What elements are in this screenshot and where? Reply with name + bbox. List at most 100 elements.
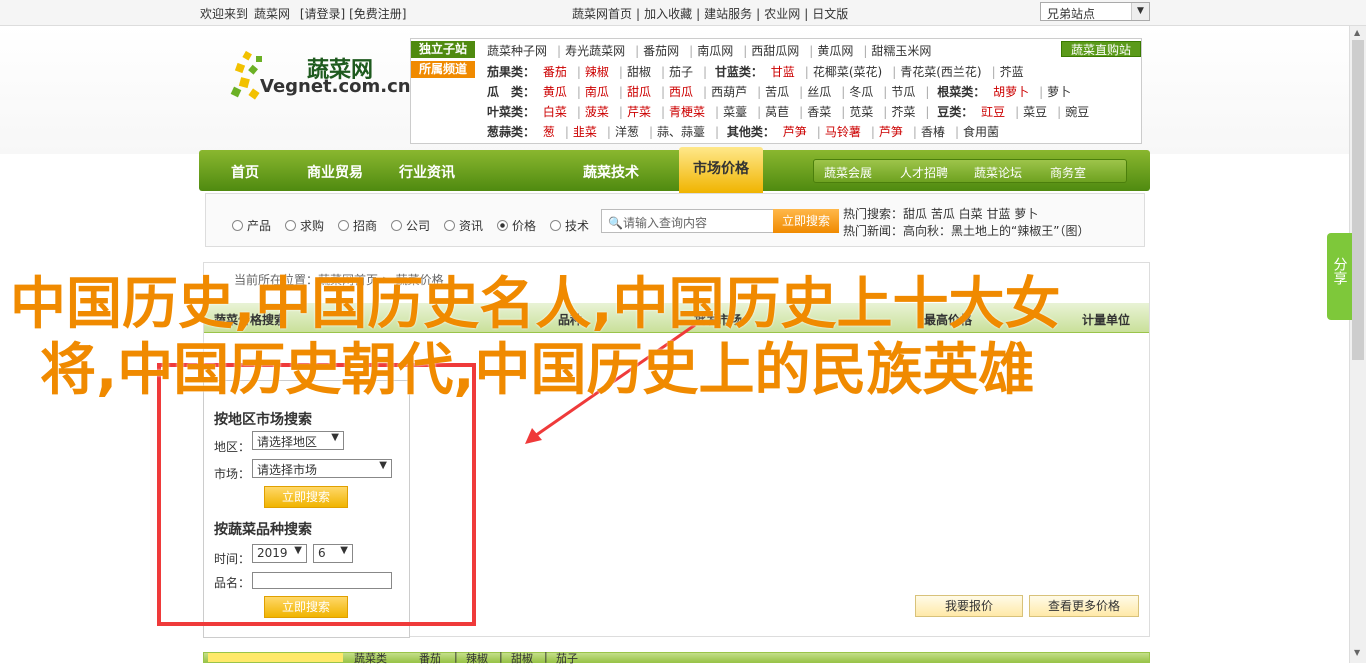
category-link[interactable]: 葱 [543, 125, 555, 139]
category-link[interactable]: 甜瓜 [627, 85, 651, 99]
category-link[interactable]: 芥蓝 [1000, 65, 1024, 79]
nav-news[interactable]: 行业资讯 [399, 162, 455, 182]
share-tab[interactable]: 分享 [1327, 233, 1352, 320]
substation-link[interactable]: 蔬菜种子网 [487, 44, 547, 58]
scroll-down-icon[interactable]: ▼ [1354, 648, 1360, 657]
radio-news[interactable]: 资讯 [444, 217, 483, 234]
category-link[interactable]: 芥菜 [891, 105, 915, 119]
category-link[interactable]: 节瓜 [891, 85, 915, 99]
category-link[interactable]: 甜椒 [627, 65, 651, 79]
substation-link[interactable]: 黄瓜网 [817, 44, 853, 58]
category-link[interactable]: 莴苣 [765, 105, 789, 119]
sister-site-value: 兄弟站点 [1047, 7, 1096, 21]
subnav-office[interactable]: 商务室 [1050, 164, 1086, 181]
site-logo[interactable]: 蔬菜网 Vegnet.com.cn [210, 38, 411, 118]
category-link[interactable]: 丝瓜 [807, 85, 831, 99]
category-link[interactable]: 菠菜 [585, 105, 609, 119]
scroll-up-icon[interactable]: ▲ [1354, 28, 1360, 37]
category-link[interactable]: 马铃薯 [825, 125, 861, 139]
radio-price[interactable]: 价格 [497, 217, 536, 234]
category-link[interactable]: 青花菜(西兰花) [900, 65, 981, 79]
category-link[interactable]: 洋葱 [615, 125, 639, 139]
substation-link[interactable]: 南瓜网 [697, 44, 733, 58]
radio-buy[interactable]: 求购 [285, 217, 324, 234]
category-link[interactable]: 萝卜 [1047, 85, 1071, 99]
category-link[interactable]: 食用菌 [963, 125, 999, 139]
scrollbar[interactable]: ▲ ▼ [1349, 26, 1366, 663]
bottom-link[interactable]: 辣椒 [466, 650, 488, 666]
category-link[interactable]: 西瓜 [669, 85, 693, 99]
hot-items[interactable]: 甜瓜 苦瓜 白菜 甘蓝 萝卜 [903, 207, 1038, 221]
top-link[interactable]: 农业网 [764, 7, 800, 21]
category-link[interactable]: 芦笋 [783, 125, 807, 139]
substation-link[interactable]: 甜糯玉米网 [871, 44, 931, 58]
site-link[interactable]: 蔬菜网 [254, 7, 290, 21]
category-link[interactable]: 西葫芦 [711, 85, 747, 99]
hot-label: 热门搜索： [843, 207, 904, 221]
category-link[interactable]: 番茄 [543, 65, 567, 79]
category-link[interactable]: 豇豆 [981, 105, 1005, 119]
login-link[interactable]: [请登录] [300, 7, 345, 21]
category-link[interactable]: 菜薹 [723, 105, 747, 119]
bottom-link[interactable]: 番茄 [419, 650, 441, 666]
search-input[interactable]: 🔍请输入查询内容 [601, 209, 776, 233]
top-link[interactable]: 建站服务 [704, 7, 752, 21]
category-link[interactable]: 辣椒 [585, 65, 609, 79]
radio-tech[interactable]: 技术 [550, 217, 589, 234]
news-link[interactable]: 高向秋：黑土地上的“辣椒王”（图） [903, 224, 1089, 238]
top-link[interactable]: 蔬菜网首页 [572, 7, 632, 21]
radio-invest[interactable]: 招商 [338, 217, 377, 234]
nav-prices[interactable]: 市场价格 [679, 147, 763, 193]
category-link[interactable]: 豌豆 [1065, 105, 1089, 119]
category-link[interactable]: 香椿 [921, 125, 945, 139]
direct-buy-button[interactable]: 蔬菜直购站 [1061, 41, 1141, 57]
category-link[interactable]: 甘蓝 [771, 65, 795, 79]
subnav-jobs[interactable]: 人才招聘 [900, 164, 948, 181]
radio-product[interactable]: 产品 [232, 217, 271, 234]
divider: | [696, 7, 701, 21]
category-link[interactable]: 胡萝卜 [993, 85, 1029, 99]
scroll-thumb[interactable] [1352, 40, 1364, 360]
radio-label: 公司 [406, 219, 431, 233]
welcome-text: 欢迎来到 [200, 7, 249, 21]
divider: | [636, 7, 641, 21]
bottom-link[interactable]: 茄子 [556, 650, 578, 666]
report-price-button[interactable]: 我要报价 [915, 595, 1023, 617]
category-link[interactable]: 菜豆 [1023, 105, 1047, 119]
search-button[interactable]: 立即搜索 [773, 209, 839, 233]
category-link[interactable]: 苦瓜 [765, 85, 789, 99]
category-link[interactable]: 黄瓜 [543, 85, 567, 99]
category-link[interactable]: 白菜 [543, 105, 567, 119]
subnav-forum[interactable]: 蔬菜论坛 [974, 164, 1022, 181]
category-link[interactable]: 冬瓜 [849, 85, 873, 99]
chevron-down-icon: ▼ [1131, 3, 1149, 20]
category-link[interactable]: 茄子 [669, 65, 693, 79]
sister-site-select[interactable]: 兄弟站点 ▼ [1040, 2, 1150, 21]
top-link[interactable]: 加入收藏 [644, 7, 692, 21]
category-label: 其他类： [726, 125, 775, 139]
category-link[interactable]: 芦笋 [879, 125, 903, 139]
radio-selected-icon [497, 220, 508, 231]
radio-company[interactable]: 公司 [391, 217, 430, 234]
category-link[interactable]: 青梗菜 [669, 105, 705, 119]
category-link[interactable]: 花椰菜(菜花) [813, 65, 882, 79]
category-label: 茄果类： [487, 65, 536, 79]
substation-link[interactable]: 寿光蔬菜网 [565, 44, 625, 58]
category-label: 叶菜类： [487, 105, 536, 119]
more-prices-button[interactable]: 查看更多价格 [1029, 595, 1139, 617]
nav-trade[interactable]: 商业贸易 [307, 162, 363, 182]
top-link[interactable]: 日文版 [812, 7, 848, 21]
subnav-expo[interactable]: 蔬菜会展 [824, 164, 872, 181]
nav-home[interactable]: 首页 [231, 162, 259, 182]
substation-link[interactable]: 番茄网 [643, 44, 679, 58]
category-link[interactable]: 苋菜 [849, 105, 873, 119]
category-link[interactable]: 韭菜 [573, 125, 597, 139]
bottom-link[interactable]: 甜椒 [511, 650, 533, 666]
register-link[interactable]: [免费注册] [349, 7, 406, 21]
substation-link[interactable]: 西甜瓜网 [751, 44, 799, 58]
category-link[interactable]: 南瓜 [585, 85, 609, 99]
category-link[interactable]: 香菜 [807, 105, 831, 119]
nav-tech[interactable]: 蔬菜技术 [583, 162, 639, 182]
category-link[interactable]: 蒜、蒜薹 [657, 125, 705, 139]
category-link[interactable]: 芹菜 [627, 105, 651, 119]
